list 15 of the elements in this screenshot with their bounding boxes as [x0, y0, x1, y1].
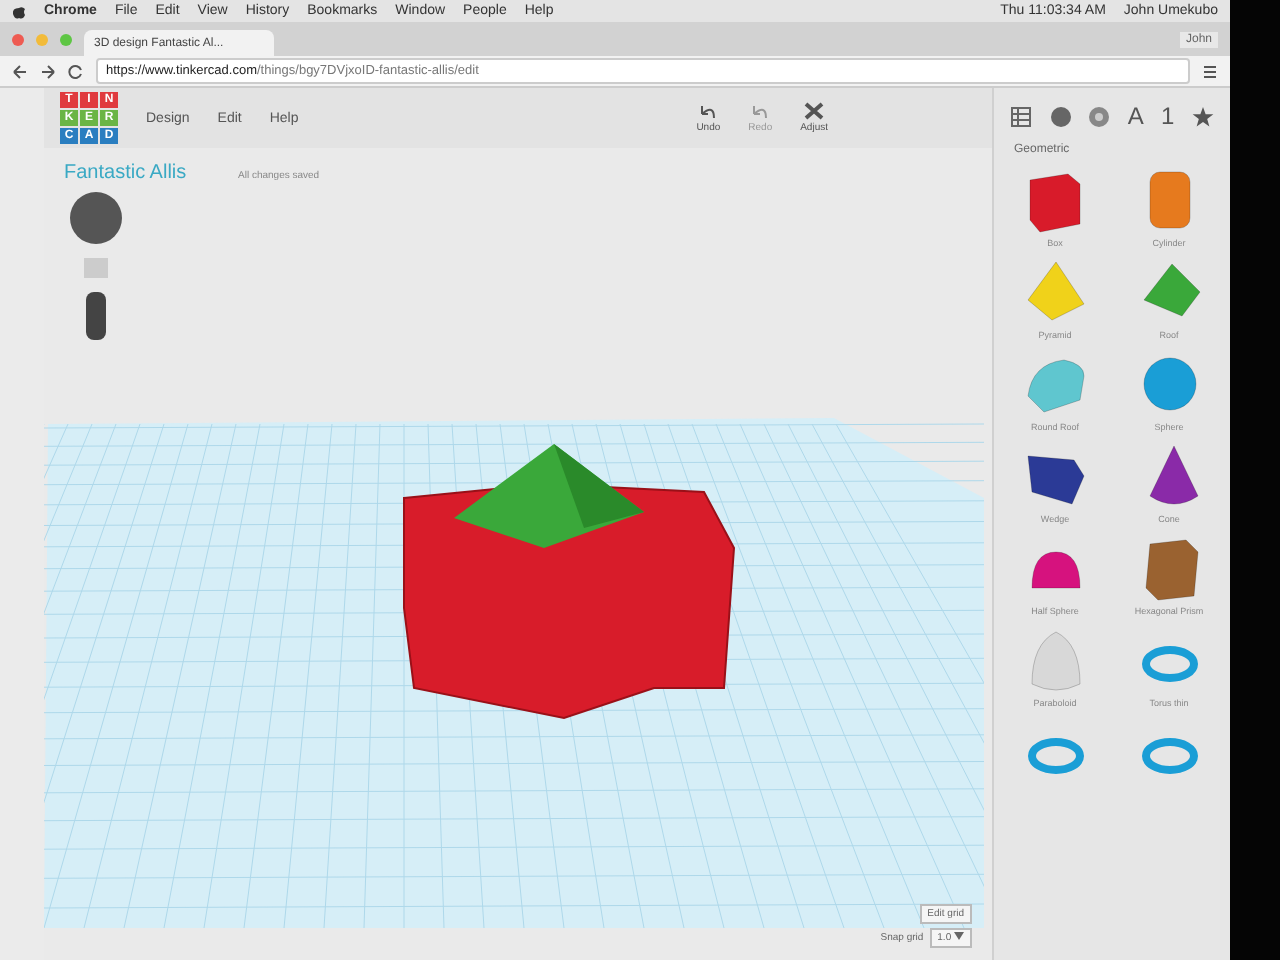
- letter-tab[interactable]: A: [1123, 102, 1148, 130]
- number-tab[interactable]: 1: [1156, 102, 1179, 130]
- curved-arrow-icon: [698, 102, 719, 120]
- grid-tab[interactable]: [1006, 105, 1037, 127]
- close-icon[interactable]: [12, 33, 24, 45]
- badge-tab[interactable]: [1084, 105, 1115, 127]
- cube-tab[interactable]: [1045, 105, 1076, 127]
- curved-arrow-icon: [750, 102, 771, 120]
- back-forward-icon[interactable]: [12, 63, 56, 79]
- cross-icon: [804, 102, 825, 120]
- apple-icon[interactable]: [12, 3, 26, 19]
- menu-icon[interactable]: [1202, 63, 1218, 79]
- reload-icon[interactable]: [68, 63, 84, 79]
- caret-icon: [954, 932, 964, 940]
- star-tab[interactable]: [1187, 105, 1218, 127]
